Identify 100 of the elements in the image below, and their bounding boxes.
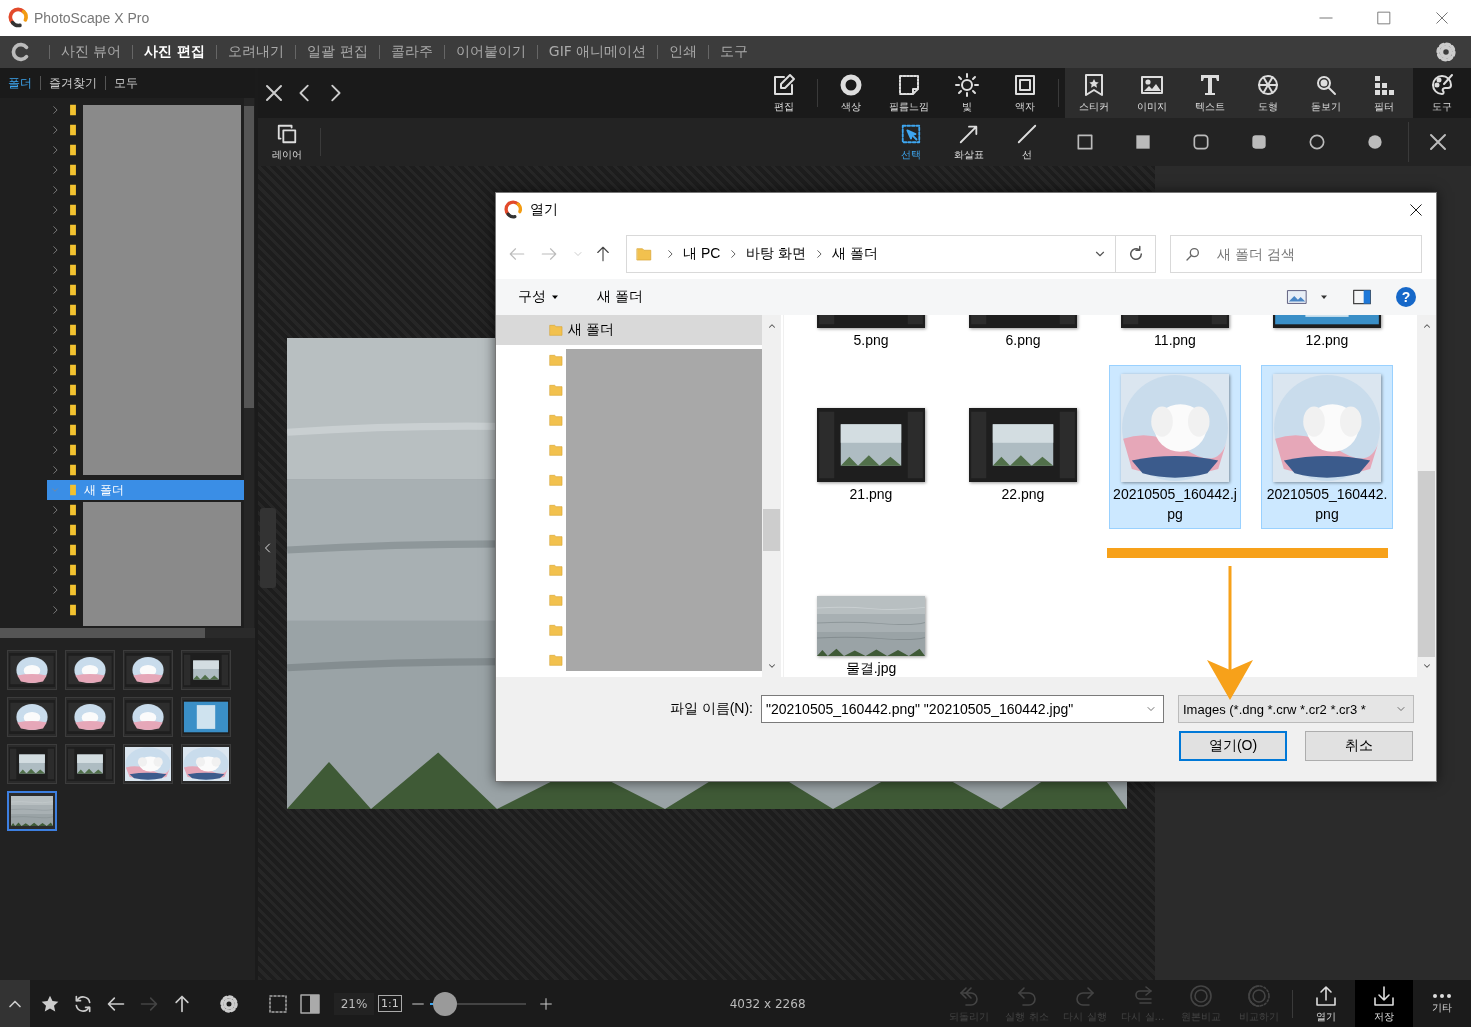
tool-button[interactable]: 화살표 — [940, 118, 998, 166]
tool-button[interactable]: 빛 — [938, 68, 996, 118]
file-item[interactable]: 12.png — [1261, 315, 1393, 355]
scrollbar-thumb[interactable] — [244, 106, 254, 408]
settings-icon[interactable] — [1435, 41, 1457, 63]
search-box[interactable]: 새 폴더 검색 — [1170, 235, 1422, 273]
tool-button[interactable]: 필름느낌 — [880, 68, 938, 118]
thumbnail[interactable] — [181, 697, 231, 737]
menu-tab[interactable]: 일괄 편집 — [307, 43, 368, 61]
tool-button[interactable]: 돋보기 — [1297, 68, 1355, 118]
tool-button[interactable]: 액자 — [996, 68, 1054, 118]
line-icon — [1016, 122, 1038, 145]
breadcrumb[interactable]: 바탕 화면 — [746, 245, 807, 263]
tool-button[interactable]: 이미지 — [1123, 68, 1181, 118]
more-icon — [1432, 992, 1452, 999]
action-button[interactable]: 저장 — [1355, 980, 1413, 1027]
preview-pane-icon[interactable] — [1352, 287, 1372, 307]
tool-button[interactable]: 선택 — [882, 118, 940, 166]
slider-thumb[interactable] — [433, 991, 458, 1016]
panel-tab[interactable]: 모두 — [114, 74, 138, 92]
new-folder-button[interactable]: 새 폴더 — [597, 288, 643, 306]
tool-button[interactable]: 도구 — [1413, 68, 1471, 118]
circle-icon[interactable] — [1307, 132, 1327, 152]
frame-icon — [1013, 72, 1037, 97]
thumbnail[interactable] — [123, 744, 173, 784]
scrollbar-thumb[interactable] — [1418, 471, 1435, 657]
rounded-square-icon[interactable] — [1249, 132, 1269, 152]
scroll-up-icon[interactable] — [766, 321, 777, 331]
action-button[interactable]: 열기 — [1297, 980, 1355, 1027]
menu-tab[interactable]: 오려내기 — [228, 43, 285, 61]
scroll-up-icon[interactable] — [1421, 321, 1432, 331]
refresh-button[interactable] — [1116, 235, 1156, 273]
compare-icon[interactable] — [298, 991, 322, 1016]
organize-menu[interactable]: 구성 — [518, 288, 561, 306]
chevron-icon — [728, 249, 739, 259]
ring-icon — [839, 72, 863, 97]
tool-button[interactable]: 필터 — [1355, 68, 1413, 118]
tool-button[interactable]: 텍스트 — [1181, 68, 1239, 118]
collapse-handle[interactable] — [260, 508, 276, 588]
tool-button[interactable]: 선 — [998, 118, 1056, 166]
tool-button[interactable]: 편집 — [755, 68, 813, 118]
rounded-square-icon[interactable] — [1191, 132, 1211, 152]
file-type-dropdown[interactable]: Images (*.dng *.crw *.cr2 *.cr3 * — [1178, 695, 1414, 723]
tool-button[interactable]: 색상 — [822, 68, 880, 118]
zoom-in-icon[interactable] — [537, 995, 554, 1012]
search-input[interactable]: 새 폴더 검색 — [1215, 245, 1419, 263]
thumbnail[interactable] — [65, 744, 115, 784]
menu-tab[interactable]: 이어붙이기 — [455, 43, 526, 61]
logo-icon — [8, 7, 30, 29]
minimize-icon — [1319, 17, 1333, 19]
file-name: 20210505_160442.png — [1265, 485, 1389, 524]
thumbnail[interactable] — [123, 650, 173, 690]
menu-tab[interactable]: 사진 편집 — [144, 43, 206, 61]
close-icon — [1407, 201, 1425, 219]
file-item[interactable]: 11.png — [1109, 315, 1241, 355]
menu-tab[interactable]: 콜라주 — [390, 43, 433, 61]
tool-button[interactable]: 스티커 — [1065, 68, 1123, 118]
thumbnail[interactable] — [65, 697, 115, 737]
thumbnail[interactable] — [7, 697, 57, 737]
square-icon[interactable] — [1075, 132, 1095, 152]
panel-tab[interactable]: 폴더 — [8, 74, 32, 92]
thumbnail[interactable] — [7, 650, 57, 690]
palette-icon — [1430, 72, 1454, 97]
thumbnail[interactable] — [65, 650, 115, 690]
dialog-button[interactable]: 취소 — [1305, 731, 1413, 761]
selection-icon — [900, 122, 922, 145]
square-icon[interactable] — [1133, 132, 1153, 152]
thumbnail[interactable] — [181, 744, 231, 784]
breadcrumb[interactable]: 내 PC — [683, 245, 721, 263]
dialog-button[interactable]: 열기(O) — [1179, 731, 1287, 761]
file-name: 11.png — [1153, 331, 1197, 350]
help-button[interactable]: ? — [1396, 287, 1416, 307]
bookmark-star-icon — [1082, 72, 1106, 97]
scrollbar-thumb[interactable] — [0, 628, 205, 638]
menu-tab[interactable]: 사진 뷰어 — [61, 43, 122, 61]
menu-tab[interactable]: GIF 애니메이션 — [548, 43, 647, 61]
circle-icon[interactable] — [1365, 132, 1385, 152]
thumbnail[interactable] — [181, 650, 231, 690]
address-bar[interactable]: 내 PC 바탕 화면 새 폴더 — [626, 235, 1116, 273]
menu-tab[interactable]: 도구 — [720, 43, 749, 61]
thumbnail[interactable] — [123, 697, 173, 737]
window-title: PhotoScape X Pro — [34, 10, 150, 26]
edit-icon — [772, 72, 796, 97]
file-name: 12.png — [1304, 331, 1350, 350]
file-item[interactable]: 20210505_160442.png — [1261, 365, 1393, 529]
breadcrumb[interactable]: 새 폴더 — [832, 245, 879, 263]
file-name: 20210505_160442.jpg — [1113, 485, 1237, 524]
tool-button[interactable]: 도형 — [1239, 68, 1297, 118]
thumbnail[interactable] — [7, 791, 57, 831]
nav-item[interactable]: 새 폴더 — [496, 315, 762, 345]
thumbnail[interactable] — [7, 744, 57, 784]
panel-tab[interactable]: 즐겨찾기 — [49, 74, 97, 92]
arrow-up-icon[interactable] — [594, 245, 612, 263]
menu-tab[interactable]: 인쇄 — [669, 43, 698, 61]
layer-button[interactable]: 레이어 — [258, 118, 316, 166]
file-item[interactable]: 20210505_160442.jpg — [1109, 365, 1241, 529]
folder-name: 새 폴더 — [84, 481, 124, 499]
actual-size-button[interactable]: 1:1 — [378, 995, 402, 1012]
scroll-down-icon[interactable] — [1421, 661, 1432, 671]
action-button[interactable]: 기타 — [1413, 980, 1471, 1027]
